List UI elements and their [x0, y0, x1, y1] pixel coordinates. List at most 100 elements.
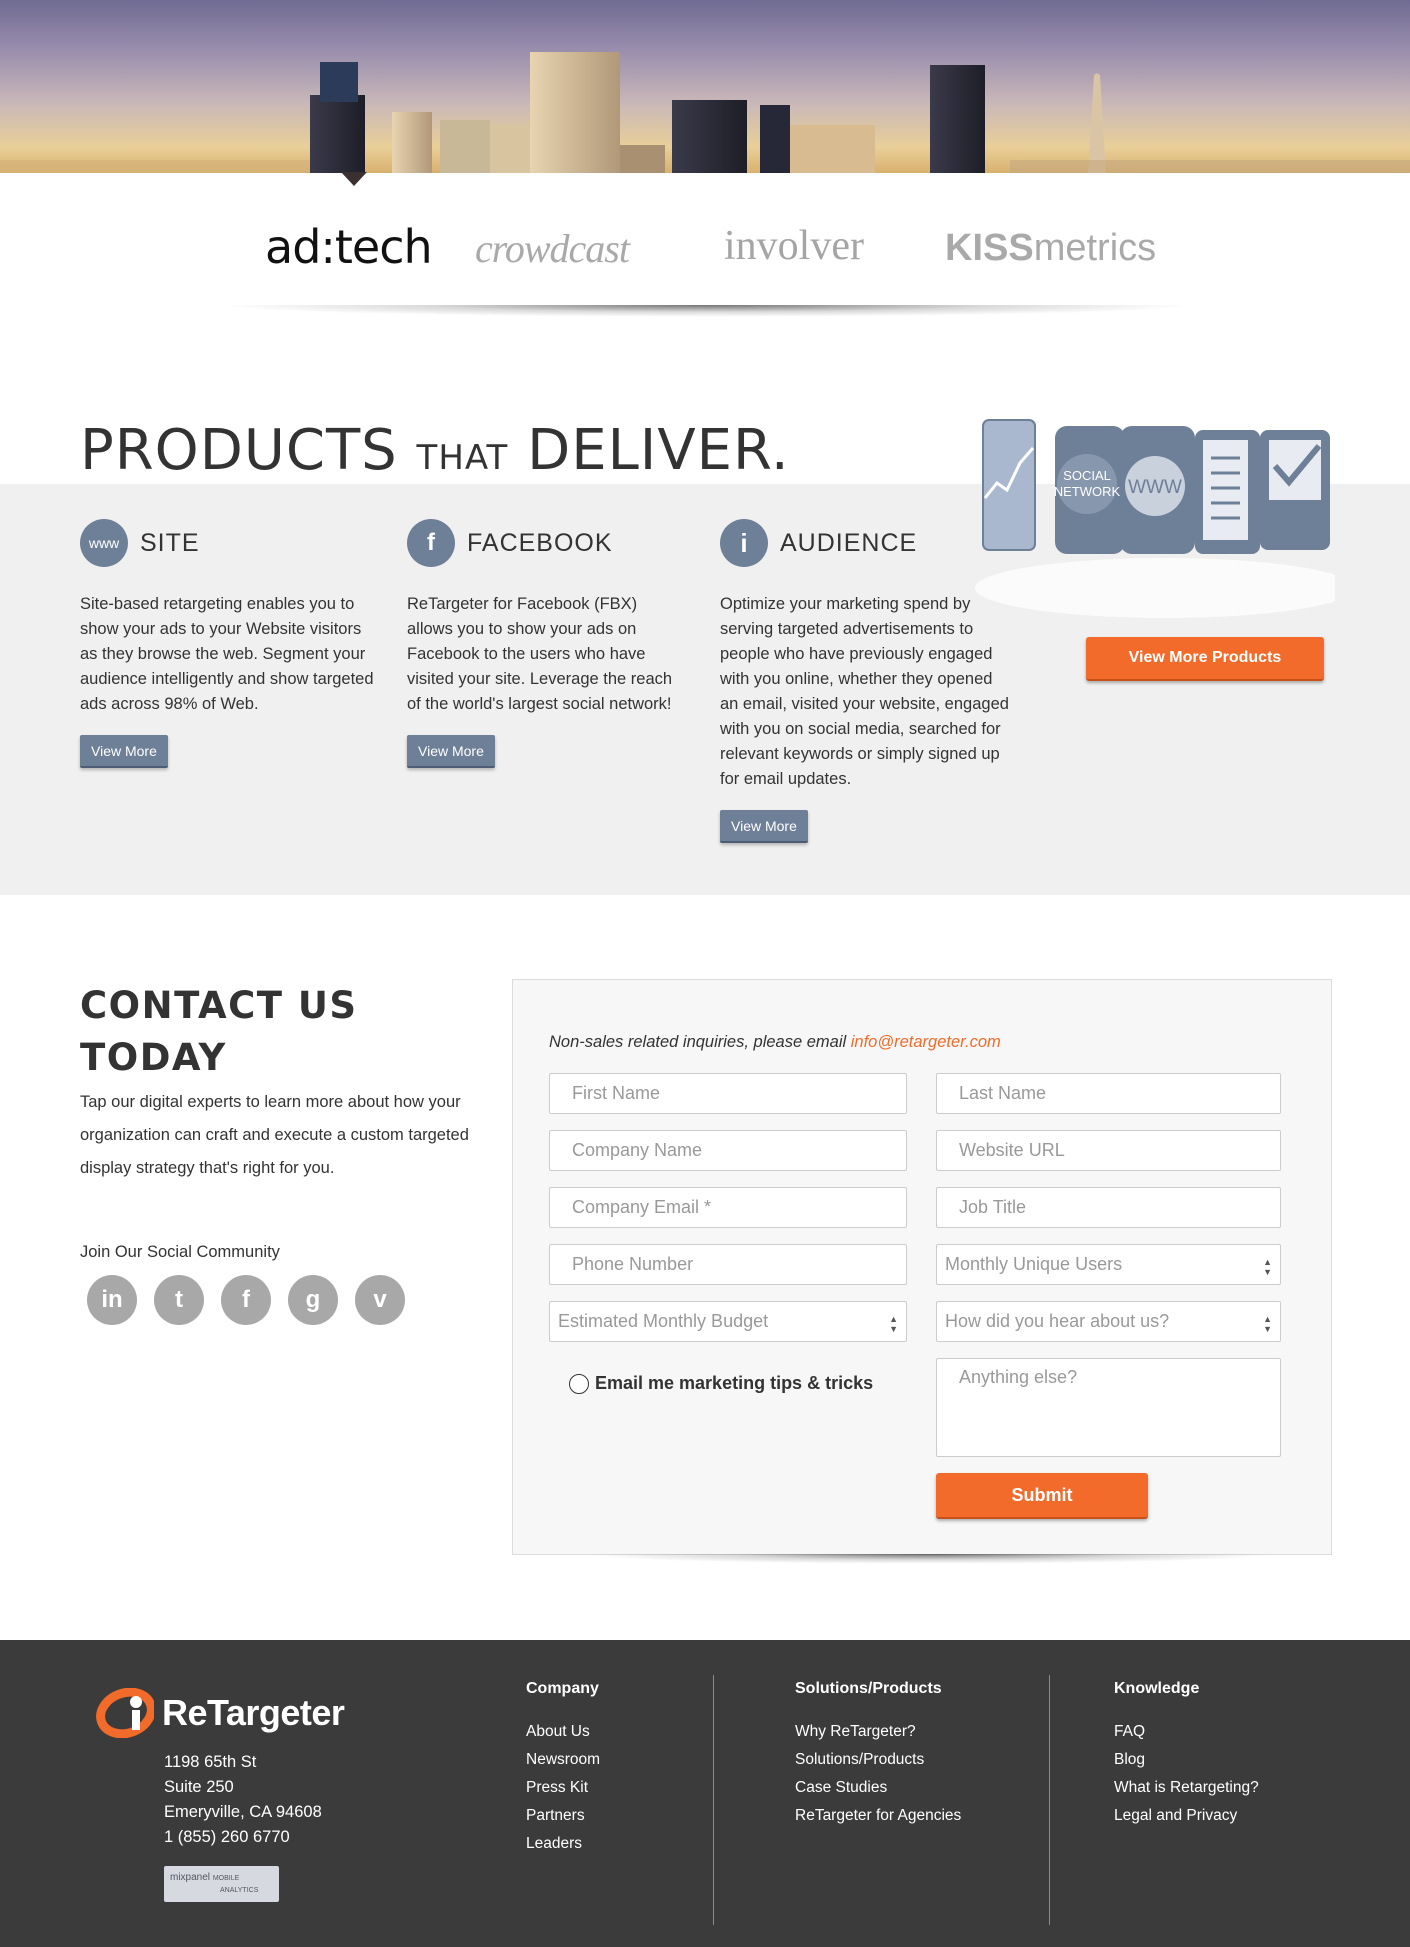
select-arrows-icon: ▲ ▼ — [1263, 1314, 1272, 1334]
product-facebook-text: ReTargeter for Facebook (FBX) allows you… — [407, 595, 673, 713]
involver-logo: involver — [724, 223, 864, 269]
linkedin-icon[interactable]: in — [87, 1275, 137, 1325]
mixpanel-name: mixpanel — [170, 1872, 211, 1883]
hero-skyline-banner — [0, 0, 1410, 173]
form-note: Non-sales related inquiries, please emai… — [549, 1033, 1001, 1052]
contact-title-line1: CONTACT US — [80, 984, 358, 1027]
retargeter-logo-icon — [96, 1688, 154, 1738]
footer-link-case-studies[interactable]: Case Studies — [795, 1774, 961, 1802]
skyline-image — [0, 52, 1410, 173]
social-network-label-1: SOCIAL — [1063, 468, 1111, 483]
crowdcast-logo: crowdcast — [475, 226, 630, 271]
submit-button[interactable]: Submit — [936, 1473, 1148, 1519]
footer-link-newsroom[interactable]: Newsroom — [526, 1746, 600, 1774]
hero-pointer — [341, 172, 367, 186]
monthly-users-value: Monthly Unique Users — [945, 1254, 1123, 1274]
footer-brand[interactable]: ReTargeter — [96, 1688, 345, 1738]
google-icon[interactable]: g — [288, 1275, 338, 1325]
hear-about-value: How did you hear about us? — [945, 1311, 1170, 1331]
company-email-field[interactable]: Company Email * — [549, 1187, 907, 1228]
product-site-name: SITE — [140, 528, 200, 557]
vimeo-icon[interactable]: v — [355, 1275, 405, 1325]
kissmetrics-logo-bold: KISS — [945, 227, 1034, 269]
budget-value: Estimated Monthly Budget — [558, 1311, 769, 1331]
product-audience-header: i AUDIENCE — [720, 519, 1010, 567]
hear-about-select[interactable]: How did you hear about us? ▲ ▼ — [936, 1301, 1281, 1342]
person-icon: i — [720, 519, 768, 567]
monthly-users-select[interactable]: Monthly Unique Users ▲ ▼ — [936, 1244, 1281, 1285]
address-line: 1198 65th St — [164, 1753, 257, 1771]
marketing-tips-radio[interactable] — [569, 1373, 589, 1394]
kissmetrics-logo-rest: metrics — [1033, 227, 1157, 269]
product-site: www SITE Site-based retargeting enables … — [80, 519, 380, 768]
footer-link-legal-privacy[interactable]: Legal and Privacy — [1114, 1802, 1259, 1830]
marketing-tips-label: Email me marketing tips & tricks — [595, 1373, 874, 1393]
footer-column-title: Solutions/Products — [795, 1680, 942, 1697]
footer-column-title: Knowledge — [1114, 1680, 1200, 1697]
products-title-word3: DELIVER. — [527, 418, 790, 483]
footer-link-what-is-retargeting[interactable]: What is Retargeting? — [1114, 1774, 1259, 1802]
site-view-more-button[interactable]: View More — [80, 735, 168, 768]
products-title-word2: THAT — [416, 438, 509, 478]
audience-view-more-button[interactable]: View More — [720, 810, 808, 843]
job-title-field[interactable]: Job Title — [936, 1187, 1281, 1228]
select-arrows-icon: ▲ ▼ — [889, 1314, 898, 1334]
footer-brand-name: ReTargeter — [162, 1692, 345, 1733]
footer-link-partners[interactable]: Partners — [526, 1802, 600, 1830]
last-name-field[interactable]: Last Name — [936, 1073, 1281, 1114]
footer-link-agencies[interactable]: ReTargeter for Agencies — [795, 1802, 961, 1830]
budget-select[interactable]: Estimated Monthly Budget ▲ ▼ — [549, 1301, 907, 1342]
contact-description: Tap our digital experts to learn more ab… — [80, 1093, 469, 1177]
product-site-text: Site-based retargeting enables you to sh… — [80, 595, 374, 713]
footer-column-knowledge: Knowledge FAQ Blog What is Retargeting? … — [1114, 1680, 1259, 1830]
facebook-icon[interactable]: f — [221, 1275, 271, 1325]
footer-link-leaders[interactable]: Leaders — [526, 1830, 600, 1858]
product-facebook-header: f FACEBOOK — [407, 519, 687, 567]
divider-shadow — [215, 305, 1200, 317]
social-community-title: Join Our Social Community — [80, 1243, 280, 1261]
footer-column-solutions: Solutions/Products Why ReTargeter? Solut… — [795, 1680, 961, 1830]
mixpanel-analytics: ANALYTICS — [220, 1887, 259, 1894]
product-audience-name: AUDIENCE — [780, 528, 918, 557]
footer-address: 1198 65th St Suite 250 Emeryville, CA 94… — [164, 1750, 322, 1850]
product-site-header: www SITE — [80, 519, 380, 567]
social-network-label-2: NETWORK — [1054, 484, 1121, 499]
form-note-email-link[interactable]: info@retargeter.com — [851, 1033, 1001, 1051]
view-more-products-button[interactable]: View More Products — [1086, 637, 1324, 681]
marketing-tips-option[interactable]: Email me marketing tips & tricks — [569, 1373, 873, 1394]
products-title-word1: PRODUCTS — [80, 418, 398, 483]
adtech-logo: ad:tech — [265, 220, 433, 274]
footer-link-about-us[interactable]: About Us — [526, 1718, 600, 1746]
footer-link-press-kit[interactable]: Press Kit — [526, 1774, 600, 1802]
contact-title: CONTACT US TODAY — [80, 980, 358, 1084]
social-icons: in t f g v — [87, 1275, 405, 1325]
anything-else-textarea[interactable]: Anything else? — [936, 1358, 1281, 1457]
client-logos: ad:tech crowdcast involver KISSmetrics — [0, 205, 1410, 317]
product-facebook-name: FACEBOOK — [467, 528, 613, 557]
footer-column-title: Company — [526, 1680, 599, 1697]
company-name-field[interactable]: Company Name — [549, 1130, 907, 1171]
product-facebook: f FACEBOOK ReTargeter for Facebook (FBX)… — [407, 519, 687, 768]
form-note-text: Non-sales related inquiries, please emai… — [549, 1033, 847, 1051]
first-name-field[interactable]: First Name — [549, 1073, 907, 1114]
website-url-field[interactable]: Website URL — [936, 1130, 1281, 1171]
footer-link-solutions-products[interactable]: Solutions/Products — [795, 1746, 961, 1774]
address-line: Emeryville, CA 94608 — [164, 1803, 322, 1821]
footer: ReTargeter 1198 65th St Suite 250 Emeryv… — [0, 1640, 1410, 1947]
footer-link-why-retargeter[interactable]: Why ReTargeter? — [795, 1718, 961, 1746]
product-audience: i AUDIENCE Optimize your marketing spend… — [720, 519, 1010, 843]
footer-link-faq[interactable]: FAQ — [1114, 1718, 1259, 1746]
address-line: Suite 250 — [164, 1778, 234, 1796]
footer-divider — [713, 1675, 714, 1925]
mixpanel-badge[interactable]: mixpanel MOBILE ANALYTICS — [164, 1866, 279, 1902]
footer-link-blog[interactable]: Blog — [1114, 1746, 1259, 1774]
kissmetrics-logo: KISSmetrics — [945, 227, 1156, 270]
form-shadow — [580, 1554, 1280, 1564]
twitter-icon[interactable]: t — [154, 1275, 204, 1325]
phone-number-field[interactable]: Phone Number — [549, 1244, 907, 1285]
footer-divider — [1049, 1675, 1050, 1925]
facebook-view-more-button[interactable]: View More — [407, 735, 495, 768]
phone-number: 1 (855) 260 6770 — [164, 1828, 290, 1846]
product-audience-text: Optimize your marketing spend by serving… — [720, 595, 1009, 788]
facebook-icon: f — [407, 519, 455, 567]
